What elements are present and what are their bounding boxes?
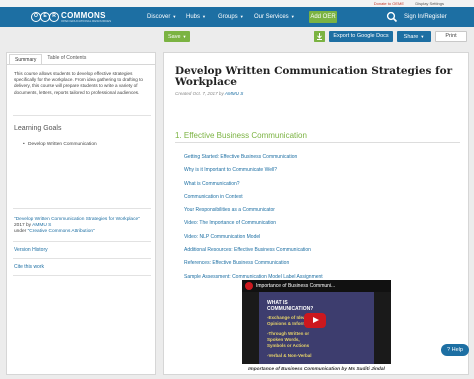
save-button[interactable]: Save ▼ bbox=[164, 31, 190, 42]
oer-commons-logo[interactable]: O E R COMMONS OPEN EDUCATIONAL RESOURCES bbox=[31, 10, 111, 24]
slide-line: Spoken Words, bbox=[267, 337, 300, 342]
chevron-down-icon: ▼ bbox=[239, 14, 244, 19]
byline-by: by bbox=[217, 91, 225, 96]
section-link[interactable]: Video: The Importance of Communication bbox=[184, 217, 454, 230]
page-title: Develop Written Communication Strategies… bbox=[175, 65, 453, 88]
sidebar-tabs: Summary Table of Contents bbox=[7, 53, 155, 65]
share-button[interactable]: Share ▼ bbox=[397, 31, 431, 42]
video-title[interactable]: Importance of Business Communi... bbox=[256, 283, 335, 289]
section-link[interactable]: Getting Started: Effective Business Comm… bbox=[184, 151, 454, 164]
divider bbox=[13, 275, 151, 276]
learning-goal-item: Develop Written Communication bbox=[23, 142, 97, 147]
section-link[interactable]: Additional Resources: Effective Business… bbox=[184, 244, 454, 257]
help-button[interactable]: ? Help bbox=[441, 344, 469, 356]
nav-our-services-label: Our Services bbox=[254, 14, 289, 20]
version-history-link[interactable]: Version History bbox=[14, 247, 48, 253]
logo-text: COMMONS OPEN EDUCATIONAL RESOURCES bbox=[61, 11, 112, 23]
top-strip: Donate to OEME Display Settings bbox=[0, 0, 474, 7]
logo-letter-r: R bbox=[49, 12, 59, 22]
section-link[interactable]: Your Responsibilities as a Communicator bbox=[184, 204, 454, 217]
section-links: Getting Started: Effective Business Comm… bbox=[184, 151, 454, 284]
chevron-down-icon: ▼ bbox=[290, 14, 295, 19]
resource-sidebar: Summary Table of Contents This course al… bbox=[6, 52, 156, 375]
export-google-docs-button[interactable]: Export to Google Docs bbox=[329, 31, 393, 42]
divider bbox=[13, 115, 151, 116]
section-link[interactable]: Video: NLP Communication Model bbox=[184, 231, 454, 244]
nav-discover-label: Discover bbox=[147, 14, 171, 20]
search-icon[interactable] bbox=[386, 11, 398, 23]
video-caption: Importance of Business Communication by … bbox=[248, 367, 385, 372]
site-header: O E R COMMONS OPEN EDUCATIONAL RESOURCES… bbox=[0, 7, 474, 27]
slide-line: -Verbal & Non-Verbal bbox=[267, 353, 312, 358]
slide-line: -Exchange of Ideas, bbox=[267, 315, 310, 320]
sign-in-register-link[interactable]: Sign In/Register bbox=[404, 7, 447, 27]
resource-toolbar: Save ▼ Export to Google Docs Share ▼ Print bbox=[0, 27, 474, 46]
citation-author-link[interactable]: AMMU S bbox=[32, 223, 51, 228]
chevron-down-icon: ▼ bbox=[420, 34, 425, 39]
cite-this-work-link[interactable]: Cite this work bbox=[14, 264, 44, 270]
embedded-video[interactable]: WHAT IS COMMUNICATION? -Exchange of Idea… bbox=[242, 280, 391, 364]
slide-line: Symbols or Actions bbox=[267, 343, 310, 348]
nav-groups-label: Groups bbox=[218, 14, 238, 20]
byline: Created Oct. 7, 2017 by AMMU S bbox=[175, 91, 243, 96]
divider bbox=[13, 258, 151, 259]
help-label: Help bbox=[451, 347, 463, 353]
divider bbox=[13, 208, 151, 209]
nav-groups[interactable]: Groups ▼ bbox=[218, 7, 244, 27]
section-title: 1. Effective Business Communication bbox=[175, 131, 307, 140]
byline-prefix: Created bbox=[175, 91, 193, 96]
section-link[interactable]: References: Effective Business Communica… bbox=[184, 257, 454, 270]
chevron-down-icon: ▼ bbox=[182, 34, 187, 39]
main-content: Develop Written Communication Strategies… bbox=[163, 52, 469, 375]
chevron-down-icon: ▼ bbox=[202, 14, 206, 19]
tab-table-of-contents[interactable]: Table of Contents bbox=[42, 53, 91, 64]
citation-license-link[interactable]: "Creative Commons Attribution" bbox=[28, 229, 95, 234]
download-icon[interactable] bbox=[314, 31, 325, 42]
citation: "Develop Written Communication Strategie… bbox=[14, 217, 150, 235]
learning-goals-title: Learning Goals bbox=[14, 125, 62, 132]
video-slide: WHAT IS COMMUNICATION? -Exchange of Idea… bbox=[259, 292, 374, 364]
tab-summary[interactable]: Summary bbox=[9, 54, 43, 64]
section-link[interactable]: Communication in Context bbox=[184, 191, 454, 204]
citation-title-link[interactable]: "Develop Written Communication Strategie… bbox=[14, 217, 140, 222]
byline-author-link[interactable]: AMMU S bbox=[225, 91, 243, 96]
slide-line: -Through Written or bbox=[267, 331, 310, 336]
nav-hubs[interactable]: Hubs ▼ bbox=[186, 7, 206, 27]
display-settings-link[interactable]: Display Settings bbox=[415, 1, 444, 6]
citation-mid: 2017 by bbox=[14, 223, 33, 228]
add-oer-button[interactable]: Add OER bbox=[309, 11, 337, 23]
chevron-down-icon: ▼ bbox=[172, 14, 177, 19]
channel-avatar[interactable] bbox=[245, 282, 253, 290]
section-link[interactable]: What is Communication? bbox=[184, 178, 454, 191]
donate-link[interactable]: Donate to OEME bbox=[374, 1, 404, 6]
citation-under: under bbox=[14, 229, 28, 234]
divider bbox=[13, 241, 151, 242]
share-button-label: Share bbox=[403, 34, 419, 40]
play-icon[interactable] bbox=[304, 313, 326, 328]
byline-date: Oct. 7, 2017 bbox=[192, 91, 218, 96]
section-divider bbox=[175, 142, 460, 143]
summary-text: This course allows students to develop e… bbox=[14, 71, 143, 95]
logo-subtitle: OPEN EDUCATIONAL RESOURCES bbox=[61, 18, 112, 23]
nav-discover[interactable]: Discover ▼ bbox=[147, 7, 176, 27]
slide-line: COMMUNICATION? bbox=[267, 306, 314, 312]
print-button[interactable]: Print bbox=[435, 31, 467, 42]
nav-hubs-label: Hubs bbox=[186, 14, 201, 20]
section-link[interactable]: Why is it Important to Communicate Well? bbox=[184, 164, 454, 177]
save-button-label: Save bbox=[168, 34, 181, 40]
nav-our-services[interactable]: Our Services ▼ bbox=[254, 7, 295, 27]
